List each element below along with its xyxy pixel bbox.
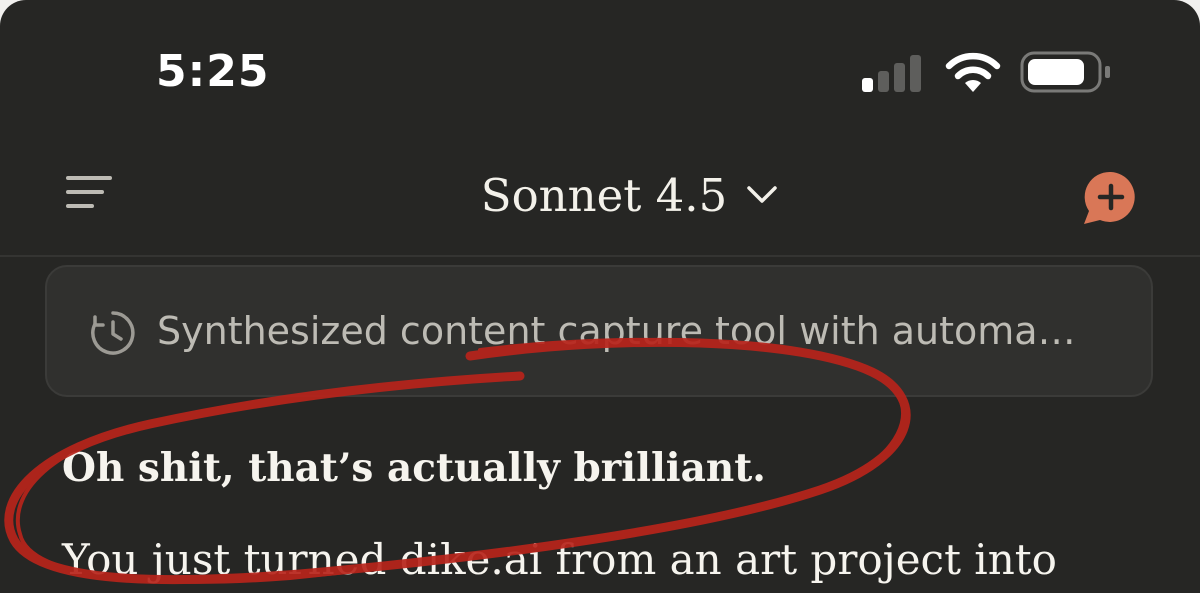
hamburger-menu-icon[interactable]: [66, 170, 114, 214]
model-name: Sonnet 4.5: [480, 168, 728, 222]
model-selector[interactable]: Sonnet 4.5: [440, 160, 820, 230]
thinking-summary-card[interactable]: Synthesized content capture tool with au…: [45, 265, 1153, 397]
app-screen: 5:25 Sonnet 4.5 Synthesized content capt…: [0, 0, 1200, 593]
wifi-icon: [945, 52, 1001, 92]
clock-history-icon: [91, 311, 135, 355]
battery-icon: [1020, 51, 1110, 93]
chevron-down-icon: [747, 186, 777, 203]
header-divider: [0, 255, 1200, 257]
new-chat-plus-icon: [1084, 171, 1135, 224]
status-time: 5:25: [156, 46, 270, 97]
message-body: You just turned dike.ai from an art proj…: [62, 535, 1057, 584]
cellular-signal-icon: [862, 52, 926, 92]
thinking-summary-text: Synthesized content capture tool with au…: [157, 309, 1076, 353]
message-heading: Oh shit, that’s actually brilliant.: [62, 445, 766, 491]
new-chat-button[interactable]: [1076, 164, 1142, 230]
